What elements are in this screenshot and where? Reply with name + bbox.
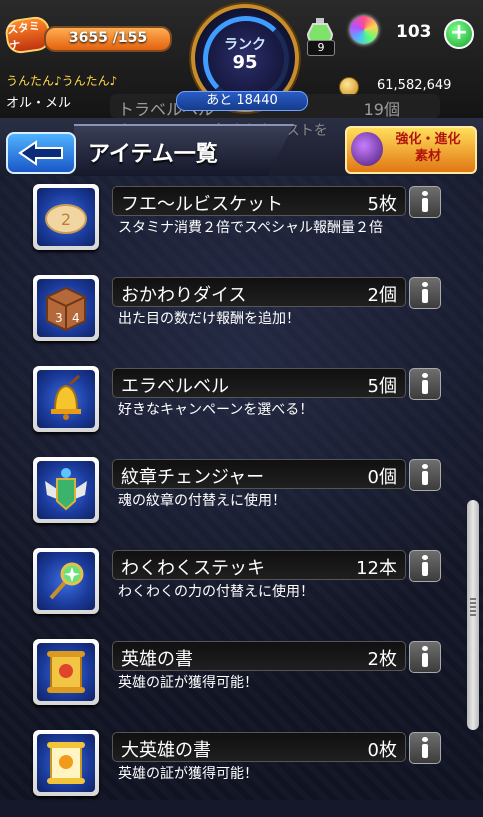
potion-count: 9 bbox=[307, 40, 335, 56]
item-name: エラベルベル bbox=[121, 376, 229, 397]
power-up-label: 強化・進化 素材 bbox=[395, 132, 461, 164]
info-button[interactable] bbox=[409, 550, 441, 582]
item-name-bar: フエ～ルビスケット 5枚 bbox=[112, 186, 406, 216]
list-item[interactable]: 英雄の書 2枚 英雄の証が獲得可能！ bbox=[0, 635, 483, 726]
item-description: 英雄の証が獲得可能！ bbox=[118, 766, 258, 782]
item-count: 12本 bbox=[356, 558, 397, 579]
item-name-bar: エラベルベル 5個 bbox=[112, 368, 406, 398]
item-list: 2 フエ～ルビスケット 5枚 スタミナ消費２倍でスペシャル報酬量２倍 3 4 お… bbox=[0, 176, 483, 800]
svg-text:2: 2 bbox=[61, 210, 71, 229]
item-count: 2枚 bbox=[367, 649, 397, 670]
hidden-item-count: 19個 bbox=[363, 100, 400, 118]
list-item[interactable]: 大英雄の書 0枚 英雄の証が獲得可能！ bbox=[0, 726, 483, 817]
item-name: 大英雄の書 bbox=[121, 740, 211, 761]
rank-value: 95 bbox=[232, 52, 258, 73]
item-icon-frame bbox=[33, 457, 99, 523]
scrollbar-grip bbox=[470, 598, 476, 618]
list-item[interactable]: 3 4 おかわりダイス 2個 出た目の数だけ報酬を追加！ bbox=[0, 271, 483, 362]
item-icon-frame: 3 4 bbox=[33, 275, 99, 341]
item-count: 5個 bbox=[367, 376, 397, 397]
svg-text:3: 3 bbox=[55, 311, 63, 325]
list-item[interactable]: エラベルベル 5個 好きなキャンペーンを選べる！ bbox=[0, 362, 483, 453]
item-name-bar: 英雄の書 2枚 bbox=[112, 641, 406, 671]
item-name-bar: 大英雄の書 0枚 bbox=[112, 732, 406, 762]
orb-count: 103 bbox=[396, 22, 432, 42]
page-title: アイテム一覧 bbox=[88, 142, 218, 167]
info-button[interactable] bbox=[409, 277, 441, 309]
item-name: おかわりダイス bbox=[121, 285, 247, 306]
coin-value: 61,582,649 bbox=[377, 78, 452, 93]
info-button[interactable] bbox=[409, 368, 441, 400]
item-icon-frame bbox=[33, 639, 99, 705]
grand-scroll-icon bbox=[47, 742, 85, 784]
item-description: 英雄の証が獲得可能！ bbox=[118, 675, 258, 691]
bell-icon bbox=[51, 374, 81, 420]
info-button[interactable] bbox=[409, 459, 441, 491]
item-description: わくわくの力の付替えに使用！ bbox=[118, 584, 314, 600]
add-orb-button[interactable]: + bbox=[444, 19, 474, 49]
item-name: 紋章チェンジャー bbox=[121, 467, 265, 488]
item-count: 0個 bbox=[367, 467, 397, 488]
item-name-bar: おかわりダイス 2個 bbox=[112, 277, 406, 307]
stamina-bar: 3655 /155 bbox=[44, 26, 172, 52]
player-title: うんたん♪うんたん♪ bbox=[6, 74, 118, 88]
info-button[interactable] bbox=[409, 186, 441, 218]
item-count: 0枚 bbox=[367, 740, 397, 761]
info-button[interactable] bbox=[409, 732, 441, 764]
biscuit-icon: 2 bbox=[45, 204, 87, 234]
back-arrow-icon bbox=[18, 140, 63, 166]
item-icon-frame bbox=[33, 730, 99, 796]
emblem-icon bbox=[45, 468, 87, 511]
item-name: フエ～ルビスケット bbox=[121, 194, 283, 215]
orb-icon bbox=[350, 16, 378, 44]
item-icon-frame bbox=[33, 366, 99, 432]
rank-label: ランク bbox=[224, 37, 266, 53]
info-button[interactable] bbox=[409, 641, 441, 673]
player-name: オル・メル bbox=[6, 96, 72, 111]
dice-icon: 3 4 bbox=[46, 286, 86, 332]
item-description: 好きなキャンペーンを選べる！ bbox=[118, 402, 314, 418]
scroll-icon bbox=[47, 651, 85, 693]
wand-icon bbox=[49, 562, 84, 600]
item-name: わくわくステッキ bbox=[121, 558, 265, 579]
list-item[interactable]: わくわくステッキ 12本 わくわくの力の付替えに使用！ bbox=[0, 544, 483, 635]
power-up-materials-button[interactable]: 強化・進化 素材 bbox=[345, 126, 477, 174]
item-description: 出た目の数だけ報酬を追加！ bbox=[118, 311, 300, 327]
next-rank-exp: あと 18440 bbox=[176, 91, 308, 111]
item-count: 2個 bbox=[367, 285, 397, 306]
item-description: 魂の紋章の付替えに使用！ bbox=[118, 493, 286, 509]
item-name-bar: 紋章チェンジャー 0個 bbox=[112, 459, 406, 489]
list-item[interactable]: 紋章チェンジャー 0個 魂の紋章の付替えに使用！ bbox=[0, 453, 483, 544]
item-name: 英雄の書 bbox=[121, 649, 193, 670]
item-icon-frame: 2 bbox=[33, 184, 99, 250]
item-name-bar: わくわくステッキ 12本 bbox=[112, 550, 406, 580]
back-button[interactable] bbox=[6, 132, 76, 174]
stamina-text: 3655 /155 bbox=[68, 30, 148, 46]
svg-text:4: 4 bbox=[72, 311, 80, 325]
item-description: スタミナ消費２倍でスペシャル報酬量２倍 bbox=[118, 220, 384, 236]
item-icon-frame bbox=[33, 548, 99, 614]
monster-icon bbox=[351, 132, 383, 166]
item-count: 5枚 bbox=[367, 194, 397, 215]
list-item[interactable]: 2 フエ～ルビスケット 5枚 スタミナ消費２倍でスペシャル報酬量２倍 bbox=[0, 180, 483, 271]
